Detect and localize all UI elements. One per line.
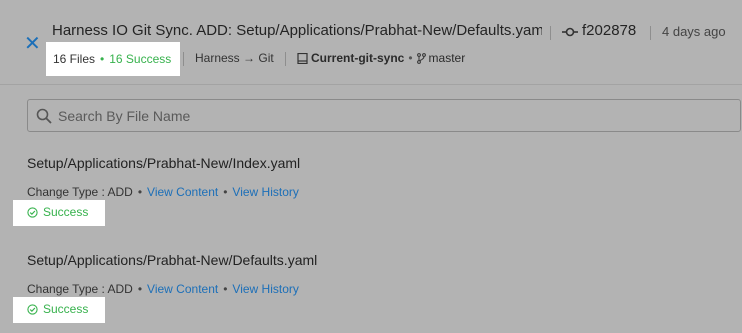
file-path: Setup/Applications/Prabhat-New/Index.yam… bbox=[27, 155, 301, 171]
direction-arrow: → bbox=[243, 51, 256, 65]
branch-name: master bbox=[428, 51, 466, 65]
commit-hash[interactable]: f202878 bbox=[582, 22, 636, 39]
file-path: Setup/Applications/Prabhat-New/Defaults.… bbox=[27, 252, 318, 268]
status-badge: Success bbox=[13, 200, 105, 226]
check-circle-icon bbox=[27, 206, 38, 218]
sync-title: Harness IO Git Sync. ADD: Setup/Applicat… bbox=[52, 22, 542, 39]
files-summary: 16 Files • 16 Success bbox=[53, 52, 171, 66]
sync-header: ✕ Harness IO Git Sync. ADD: Setup/Applic… bbox=[0, 0, 742, 84]
change-type: Change Type : ADD bbox=[27, 282, 133, 296]
view-content-link[interactable]: View Content bbox=[147, 282, 218, 296]
direction-divider bbox=[285, 52, 286, 66]
repo-info: Current-git-sync • master bbox=[297, 51, 465, 65]
hash-divider bbox=[650, 26, 651, 40]
header-divider bbox=[0, 84, 742, 85]
search-icon bbox=[36, 108, 52, 124]
direction-from: Harness bbox=[195, 51, 240, 65]
direction-to: Git bbox=[258, 51, 274, 65]
view-content-link[interactable]: View Content bbox=[147, 185, 218, 199]
view-history-link[interactable]: View History bbox=[232, 185, 298, 199]
status-text: Success bbox=[43, 205, 89, 219]
close-icon[interactable]: ✕ bbox=[24, 34, 41, 54]
change-type: Change Type : ADD bbox=[27, 185, 133, 199]
branch-icon bbox=[416, 52, 426, 64]
link-sep: • bbox=[223, 185, 228, 199]
status-badge: Success bbox=[13, 297, 105, 323]
repo-dot: • bbox=[408, 51, 413, 65]
change-sep: • bbox=[137, 185, 143, 199]
status-text: Success bbox=[43, 302, 89, 316]
repo-icon bbox=[297, 52, 308, 64]
summary-divider bbox=[183, 52, 184, 66]
file-item: Setup/Applications/Prabhat-New/Defaults.… bbox=[27, 252, 317, 296]
files-count: 16 Files bbox=[53, 52, 96, 66]
change-row: Change Type : ADD • View Content • View Hist… bbox=[27, 282, 317, 296]
change-sep: • bbox=[137, 282, 143, 296]
search-field[interactable]: Search By File Name bbox=[27, 99, 741, 132]
search-input[interactable]: Search By File Name bbox=[58, 108, 190, 124]
success-count: 16 Success bbox=[109, 52, 172, 66]
time-ago: 4 days ago bbox=[662, 24, 726, 39]
link-sep: • bbox=[223, 282, 228, 296]
title-divider bbox=[550, 26, 551, 40]
summary-dot: • bbox=[100, 52, 105, 66]
check-circle-icon bbox=[27, 303, 38, 315]
status-content: Success bbox=[27, 205, 88, 219]
repo-name[interactable]: Current-git-sync bbox=[311, 51, 404, 65]
commit-icon bbox=[562, 27, 578, 37]
view-history-link[interactable]: View History bbox=[232, 282, 298, 296]
status-content: Success bbox=[27, 302, 88, 316]
file-item: Setup/Applications/Prabhat-New/Index.yam… bbox=[27, 155, 300, 199]
sync-direction: Harness → Git bbox=[195, 51, 274, 65]
change-row: Change Type : ADD • View Content • View Hist… bbox=[27, 185, 300, 199]
